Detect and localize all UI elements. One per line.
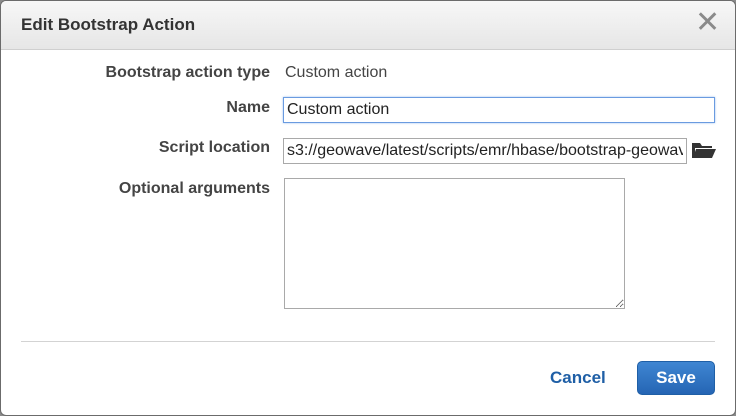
- optional-arguments-textarea[interactable]: [284, 178, 625, 309]
- name-input[interactable]: [283, 97, 715, 123]
- footer-divider: [21, 341, 715, 342]
- folder-open-icon[interactable]: [691, 140, 717, 160]
- name-label: Name: [226, 99, 270, 116]
- dialog-header: Edit Bootstrap Action ✕: [1, 1, 735, 50]
- action-type-value: Custom action: [285, 64, 388, 81]
- optional-arguments-label: Optional arguments: [118, 180, 270, 197]
- script-location-input[interactable]: [283, 138, 687, 164]
- save-button[interactable]: Save: [637, 361, 715, 395]
- cancel-button[interactable]: Cancel: [550, 368, 606, 388]
- edit-bootstrap-action-dialog: Edit Bootstrap Action ✕ Bootstrap action…: [0, 0, 736, 416]
- script-location-label: Script location: [158, 139, 270, 156]
- close-icon[interactable]: ✕: [695, 8, 720, 38]
- dialog-title: Edit Bootstrap Action: [21, 15, 196, 34]
- action-type-label: Bootstrap action type: [105, 64, 270, 81]
